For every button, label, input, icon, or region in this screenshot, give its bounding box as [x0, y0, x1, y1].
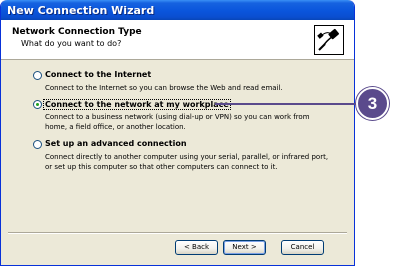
header-title: Network Connection Type — [12, 27, 142, 37]
option-workplace-label[interactable]: Connect to the network at my workplace — [43, 99, 231, 110]
header-subtitle: What do you want to do? — [21, 39, 122, 48]
button-separator — [8, 232, 347, 234]
cancel-button[interactable]: Cancel — [281, 240, 324, 255]
option-internet-label[interactable]: Connect to the Internet — [45, 70, 151, 79]
radio-internet[interactable] — [33, 71, 42, 80]
radio-workplace[interactable] — [33, 100, 42, 109]
radio-advanced[interactable] — [33, 140, 42, 149]
wizard-body: Connect to the Internet Connect to the I… — [1, 61, 354, 236]
option-advanced-label[interactable]: Set up an advanced connection — [45, 139, 187, 148]
option-internet-description: Connect to the Internet so you can brows… — [45, 84, 283, 92]
back-button[interactable]: < Back — [175, 240, 218, 255]
option-workplace-description: Connect to a business network (using dia… — [45, 113, 310, 131]
option-advanced-description: Connect directly to another computer usi… — [45, 153, 329, 171]
network-connection-icon — [314, 25, 344, 55]
wizard-header: Network Connection Type What do you want… — [1, 20, 354, 60]
step-callout-badge: 3 — [356, 87, 389, 120]
window-title[interactable]: New Connection Wizard — [1, 0, 354, 20]
wizard-window: New Connection Wizard Network Connection… — [0, 0, 355, 266]
next-button[interactable]: Next > — [223, 240, 266, 255]
callout-pointer-line — [215, 103, 368, 105]
